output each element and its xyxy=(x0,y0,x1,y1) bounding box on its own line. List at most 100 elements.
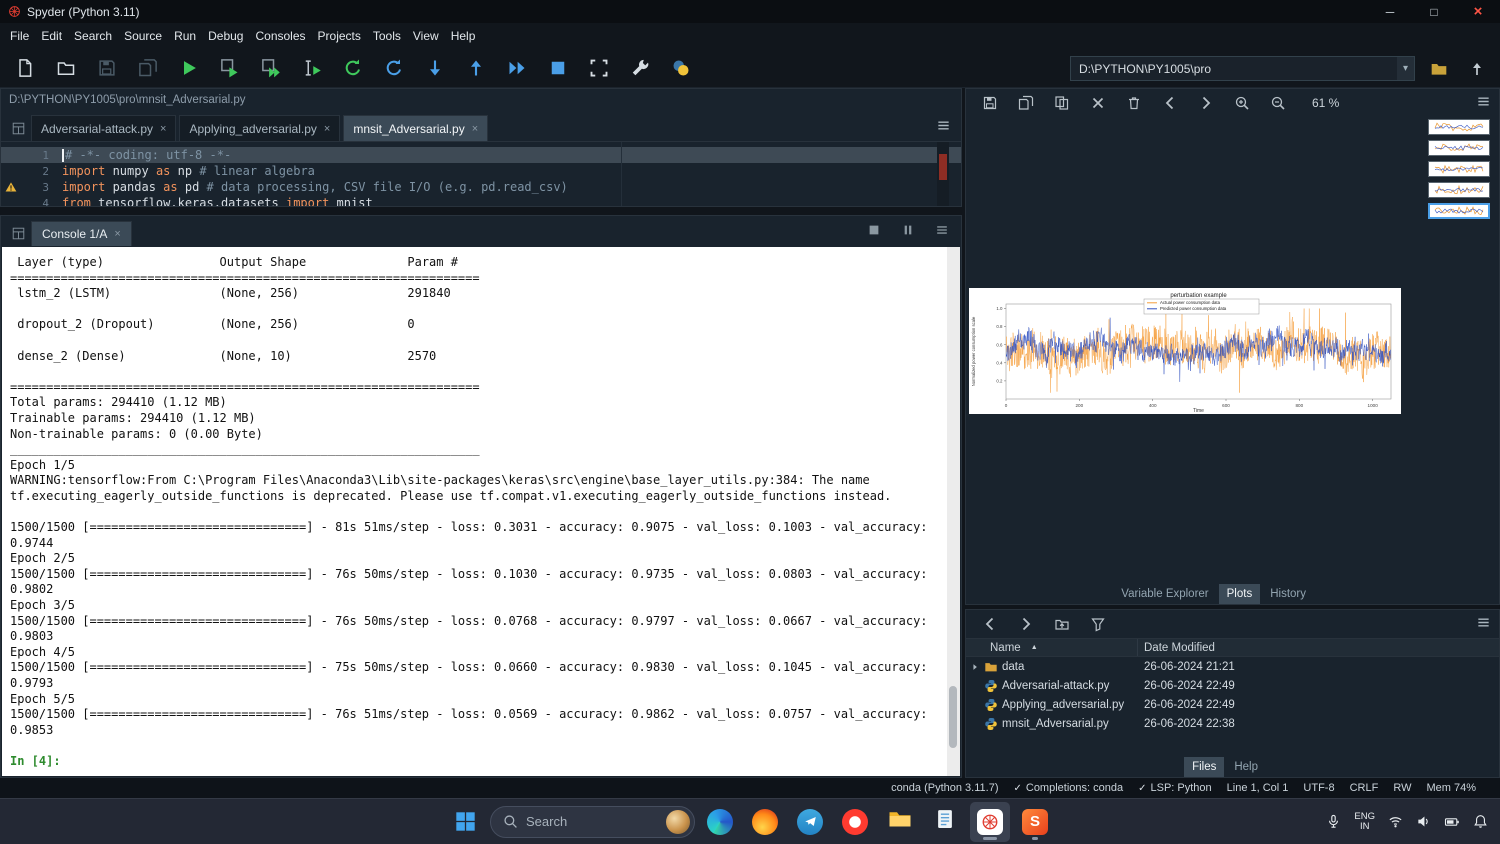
debug-file-button[interactable] xyxy=(373,53,414,83)
tab-plots[interactable]: Plots xyxy=(1219,584,1261,604)
step-over-button[interactable] xyxy=(414,53,455,83)
editor-options-menu-icon[interactable] xyxy=(936,118,951,133)
console-scrollbar-thumb[interactable] xyxy=(949,686,957,748)
notepad-icon[interactable] xyxy=(925,802,965,842)
menu-projects[interactable]: Projects xyxy=(312,26,367,46)
menu-debug[interactable]: Debug xyxy=(202,26,249,46)
file-row[interactable]: Applying_adversarial.py26-06-2024 22:49 xyxy=(966,695,1499,714)
close-icon[interactable]: × xyxy=(472,123,478,135)
tab-files[interactable]: Files xyxy=(1184,757,1224,777)
firefox-icon[interactable] xyxy=(745,802,785,842)
code-line[interactable]: 2import numpy as np # linear algebra xyxy=(1,163,961,179)
expand-caret-icon[interactable] xyxy=(968,662,982,672)
console-prompt[interactable]: In [4]: xyxy=(10,754,938,770)
start-button[interactable] xyxy=(445,802,485,842)
maximize-button[interactable]: □ xyxy=(1412,0,1456,23)
run-cell-advance-button[interactable] xyxy=(250,53,291,83)
plots-options-menu-icon[interactable] xyxy=(1476,94,1491,109)
debug-stop-button[interactable] xyxy=(537,53,578,83)
filter-button[interactable] xyxy=(1080,612,1116,636)
microphone-icon[interactable] xyxy=(1326,814,1341,829)
notifications-icon[interactable] xyxy=(1473,814,1488,829)
code-editor[interactable]: 1# -*- coding: utf-8 -*-2import numpy as… xyxy=(1,142,961,206)
next-button[interactable] xyxy=(1008,612,1044,636)
browse-directory-button[interactable] xyxy=(1424,56,1454,82)
menu-tools[interactable]: Tools xyxy=(367,26,407,46)
zoom-in-button[interactable] xyxy=(1224,91,1260,115)
rerun-last-cell-button[interactable] xyxy=(332,53,373,83)
editor-tab-mnsit_adversarial.py[interactable]: mnsit_Adversarial.py× xyxy=(343,115,488,141)
spyder-icon[interactable] xyxy=(970,802,1010,842)
language-indicator[interactable]: ENG IN xyxy=(1354,812,1375,832)
maximize-pane-button[interactable] xyxy=(578,53,619,83)
plot-thumbnail[interactable] xyxy=(1428,182,1490,198)
run-cell-button[interactable] xyxy=(209,53,250,83)
chevron-down-icon[interactable]: ▾ xyxy=(1397,57,1414,80)
new-file-button[interactable] xyxy=(4,53,45,83)
next-plot-button[interactable] xyxy=(1188,91,1224,115)
app-s-icon[interactable]: S xyxy=(1015,802,1055,842)
console-tab[interactable]: Console 1/A × xyxy=(31,221,132,246)
run-file-button[interactable] xyxy=(168,53,209,83)
save-all-button[interactable] xyxy=(127,53,168,83)
file-row[interactable]: mnsit_Adversarial.py26-06-2024 22:38 xyxy=(966,714,1499,733)
minimize-button[interactable]: ─ xyxy=(1368,0,1412,23)
editor-tab-adversarial-attack.py[interactable]: Adversarial-attack.py× xyxy=(31,115,176,141)
code-line[interactable]: 3import pandas as pd # data processing, … xyxy=(1,179,961,195)
python-env-button[interactable] xyxy=(660,53,701,83)
wifi-icon[interactable] xyxy=(1388,814,1403,829)
interrupt-kernel-icon[interactable] xyxy=(867,223,881,237)
brave-icon[interactable] xyxy=(835,802,875,842)
previous-plot-button[interactable] xyxy=(1152,91,1188,115)
menu-help[interactable]: Help xyxy=(445,26,482,46)
volume-icon[interactable] xyxy=(1416,814,1431,829)
save-all-plots-button[interactable] xyxy=(1008,91,1044,115)
copy-plot-button[interactable] xyxy=(1044,91,1080,115)
editor-tab-applying_adversarial.py[interactable]: Applying_adversarial.py× xyxy=(179,115,340,141)
menu-file[interactable]: File xyxy=(4,26,35,46)
close-icon[interactable]: × xyxy=(324,123,330,135)
previous-button[interactable] xyxy=(972,612,1008,636)
explorer-icon[interactable] xyxy=(880,802,920,842)
menu-run[interactable]: Run xyxy=(168,26,202,46)
plot-figure[interactable]: perturbation example020040060080010000.2… xyxy=(969,288,1401,414)
parent-directory-button[interactable] xyxy=(1044,612,1080,636)
close-icon[interactable]: × xyxy=(114,228,120,240)
menu-search[interactable]: Search xyxy=(68,26,118,46)
battery-icon[interactable] xyxy=(1444,814,1460,830)
taskbar-search[interactable]: Search xyxy=(490,806,695,838)
run-selection-button[interactable] xyxy=(291,53,332,83)
files-options-menu-icon[interactable] xyxy=(1476,615,1491,630)
file-row[interactable]: data26-06-2024 21:21 xyxy=(966,657,1499,676)
code-line[interactable]: 1# -*- coding: utf-8 -*- xyxy=(1,147,961,163)
menu-edit[interactable]: Edit xyxy=(35,26,68,46)
open-file-button[interactable] xyxy=(45,53,86,83)
options-menu-icon[interactable] xyxy=(935,223,949,237)
column-header-name[interactable]: Name ▲ xyxy=(966,639,1138,656)
file-row[interactable]: Adversarial-attack.py26-06-2024 22:49 xyxy=(966,676,1499,695)
plot-thumbnail[interactable] xyxy=(1428,203,1490,219)
plot-thumbnail[interactable] xyxy=(1428,119,1490,135)
close-button[interactable]: × xyxy=(1456,0,1500,23)
code-line[interactable]: 4from tensorflow.keras.datasets import m… xyxy=(1,195,961,206)
console-output[interactable]: Layer (type) Output Shape Param # ======… xyxy=(2,247,960,776)
pause-icon[interactable] xyxy=(901,223,915,237)
remove-plot-button[interactable] xyxy=(1080,91,1116,115)
edge-icon[interactable] xyxy=(700,802,740,842)
tab-help[interactable]: Help xyxy=(1226,757,1266,777)
working-directory-combo[interactable]: D:\PYTHON\PY1005\pro ▾ xyxy=(1070,56,1415,81)
search-highlight-avatar[interactable] xyxy=(666,810,690,834)
menu-view[interactable]: View xyxy=(407,26,445,46)
preferences-button[interactable] xyxy=(619,53,660,83)
close-icon[interactable]: × xyxy=(160,123,166,135)
zoom-out-button[interactable] xyxy=(1260,91,1296,115)
menu-source[interactable]: Source xyxy=(118,26,168,46)
step-return-button[interactable] xyxy=(455,53,496,83)
plot-thumbnail[interactable] xyxy=(1428,140,1490,156)
save-plot-button[interactable] xyxy=(972,91,1008,115)
console-scrollbar[interactable] xyxy=(947,247,960,776)
tab-variable-explorer[interactable]: Variable Explorer xyxy=(1113,584,1216,604)
save-file-button[interactable] xyxy=(86,53,127,83)
telegram-icon[interactable] xyxy=(790,802,830,842)
remove-all-plots-button[interactable] xyxy=(1116,91,1152,115)
